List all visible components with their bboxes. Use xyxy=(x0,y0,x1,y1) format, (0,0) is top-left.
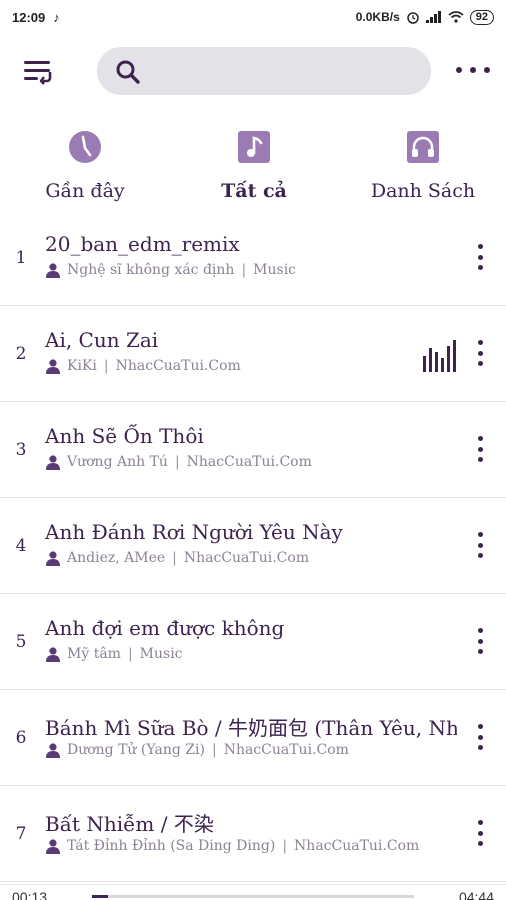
song-index: 2 xyxy=(15,344,27,364)
tab-label: Gần đây xyxy=(45,180,125,202)
song-meta: Dương Tử (Yang Zi) | NhacCuaTui.Com xyxy=(45,742,445,758)
meta-separator: | xyxy=(174,454,180,470)
signal-icon xyxy=(425,11,441,23)
song-meta: Nghệ sĩ không xác định | Music xyxy=(45,262,445,278)
total-time: 04:44 xyxy=(458,889,494,900)
alarm-icon xyxy=(407,12,419,24)
song-title: Bất Nhiễm / 不染 xyxy=(45,812,214,836)
song-artist: Vương Anh Tú xyxy=(67,454,168,470)
song-options-button[interactable] xyxy=(472,532,488,558)
meta-separator: | xyxy=(172,550,177,566)
dot-icon xyxy=(484,67,490,73)
person-icon xyxy=(46,551,60,566)
song-index: 6 xyxy=(15,728,27,748)
wifi-icon xyxy=(448,11,464,23)
song-index: 4 xyxy=(15,536,27,556)
song-meta: Tát Đỉnh Đỉnh (Sa Ding Ding) | NhacCuaTu… xyxy=(45,838,445,854)
battery-icon: 92 xyxy=(469,9,494,25)
person-icon xyxy=(46,839,60,854)
song-options-button[interactable] xyxy=(472,244,488,270)
person-icon xyxy=(46,647,60,662)
song-title: Anh Sẽ Ổn Thôi xyxy=(45,424,204,448)
network-speed: 0.0KB/s xyxy=(355,10,400,24)
song-index: 5 xyxy=(15,632,27,652)
song-index: 3 xyxy=(15,440,27,460)
song-options-button[interactable] xyxy=(472,724,488,750)
song-row[interactable]: 6 Bánh Mì Sữa Bò / 牛奶面包 (Thân Yêu, Nh Dư… xyxy=(0,690,506,786)
person-icon xyxy=(46,263,60,278)
progress-slider[interactable] xyxy=(92,895,414,898)
song-options-button[interactable] xyxy=(472,820,488,846)
person-icon xyxy=(46,455,60,470)
meta-separator: | xyxy=(127,646,133,662)
status-time: 12:09 xyxy=(12,9,46,25)
song-row[interactable]: 5 Anh đợi em được không Mỹ tâm | Music xyxy=(0,594,506,690)
tab-all[interactable]: Tất cả xyxy=(184,128,324,214)
progress-fill xyxy=(92,895,109,898)
status-indicators: 0.0KB/s 92 xyxy=(355,9,494,25)
top-bar xyxy=(0,44,506,98)
more-options-button[interactable] xyxy=(456,60,490,80)
now-playing-equalizer-icon xyxy=(423,340,456,372)
meta-separator: | xyxy=(241,262,247,278)
player-bar: 00:13 04:44 xyxy=(0,884,506,900)
dot-icon xyxy=(470,67,476,73)
clock-icon xyxy=(69,131,101,163)
song-source: Music xyxy=(253,262,297,278)
song-row[interactable]: 3 Anh Sẽ Ổn Thôi Vương Anh Tú | NhacCuaT… xyxy=(0,402,506,498)
song-artist: KiKi xyxy=(67,358,97,374)
song-meta: Vương Anh Tú | NhacCuaTui.Com xyxy=(45,454,445,470)
song-artist: Andiez, AMee xyxy=(67,550,166,566)
playlist-menu-icon[interactable] xyxy=(22,56,54,86)
current-time: 00:13 xyxy=(12,889,48,900)
meta-separator: | xyxy=(103,358,109,374)
song-options-button[interactable] xyxy=(472,340,488,366)
song-meta: Andiez, AMee | NhacCuaTui.Com xyxy=(45,550,445,566)
tab-label: Tất cả xyxy=(221,180,287,202)
song-row[interactable]: 1 20_ban_edm_remix Nghệ sĩ không xác địn… xyxy=(0,210,506,306)
song-source: NhacCuaTui.Com xyxy=(294,838,420,854)
headphones-icon xyxy=(407,131,439,163)
song-title: Anh Đánh Rơi Người Yêu Này xyxy=(45,520,343,544)
song-artist: Dương Tử (Yang Zi) xyxy=(67,742,205,758)
song-row[interactable]: 2 Ai, Cun Zai KiKi | NhacCuaTui.Com xyxy=(0,306,506,402)
song-options-button[interactable] xyxy=(472,436,488,462)
song-source: Music xyxy=(139,646,183,662)
song-artist: Mỹ tâm xyxy=(67,646,121,662)
song-artist: Nghệ sĩ không xác định xyxy=(67,262,235,278)
song-source: NhacCuaTui.Com xyxy=(115,358,241,374)
song-row[interactable]: 7 Bất Nhiễm / 不染 Tát Đỉnh Đỉnh (Sa Ding … xyxy=(0,786,506,882)
meta-separator: | xyxy=(282,838,288,854)
person-icon xyxy=(46,743,60,758)
tab-playlists[interactable]: Danh Sách xyxy=(353,128,493,214)
song-artist: Tát Đỉnh Đỉnh (Sa Ding Ding) xyxy=(67,838,276,854)
song-title: 20_ban_edm_remix xyxy=(45,232,240,256)
song-meta: KiKi | NhacCuaTui.Com xyxy=(45,358,445,374)
search-icon xyxy=(116,60,140,84)
song-options-button[interactable] xyxy=(472,628,488,654)
search-input[interactable] xyxy=(97,47,431,95)
tab-recent[interactable]: Gần đây xyxy=(15,128,155,214)
song-title: Ai, Cun Zai xyxy=(45,328,159,352)
music-note-icon xyxy=(238,131,270,163)
song-meta: Mỹ tâm | Music xyxy=(45,646,445,662)
song-index: 7 xyxy=(15,824,27,844)
music-note-icon: ♪ xyxy=(53,9,60,25)
person-icon xyxy=(46,359,60,374)
status-bar: 12:09 ♪ 0.0KB/s 92 xyxy=(0,0,506,34)
song-source: NhacCuaTui.Com xyxy=(183,550,310,566)
tab-label: Danh Sách xyxy=(370,180,476,202)
song-source: NhacCuaTui.Com xyxy=(223,742,349,758)
song-index: 1 xyxy=(15,248,27,268)
category-tabs: Gần đây Tất cả Danh Sách xyxy=(0,128,506,214)
song-source: NhacCuaTui.Com xyxy=(186,454,312,470)
song-title: Bánh Mì Sữa Bò / 牛奶面包 (Thân Yêu, Nh xyxy=(45,716,457,740)
meta-separator: | xyxy=(211,742,217,758)
song-row[interactable]: 4 Anh Đánh Rơi Người Yêu Này Andiez, AMe… xyxy=(0,498,506,594)
dot-icon xyxy=(456,67,462,73)
song-list: 1 20_ban_edm_remix Nghệ sĩ không xác địn… xyxy=(0,210,506,882)
song-title: Anh đợi em được không xyxy=(45,616,285,640)
